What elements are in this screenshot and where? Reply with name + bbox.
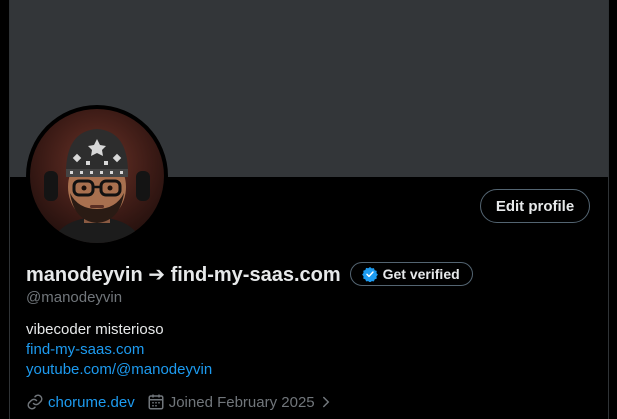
profile-bio: vibecoder misterioso find-my-saas.com yo… — [26, 320, 212, 380]
display-name: manodeyvin ➔ find-my-saas.com — [26, 263, 341, 286]
profile-handle: @manodeyvin — [26, 289, 123, 306]
bio-text: vibecoder misterioso — [26, 321, 164, 338]
website-item[interactable]: chorume.dev — [26, 393, 135, 411]
bio-link-saas[interactable]: find-my-saas.com — [26, 340, 212, 360]
right-gutter — [608, 0, 617, 419]
calendar-icon — [148, 394, 164, 410]
name-row: manodeyvin ➔ find-my-saas.com Get verifi… — [26, 261, 473, 287]
link-icon — [27, 394, 43, 410]
avatar-image — [30, 109, 164, 243]
avatar[interactable] — [26, 105, 168, 247]
verified-badge-icon — [361, 267, 378, 282]
joined-item: Joined February 2025 — [147, 393, 337, 411]
website-link[interactable]: chorume.dev — [48, 394, 135, 411]
profile-page: Edit profile manodeyvin ➔ find-my-saas.c… — [0, 0, 617, 419]
bio-link-youtube[interactable]: youtube.com/@manodeyvin — [26, 360, 212, 380]
profile-meta: chorume.dev Joined February 2025 — [26, 393, 349, 411]
edit-profile-button[interactable]: Edit profile — [480, 189, 590, 223]
joined-date: Joined February 2025 — [168, 393, 315, 411]
get-verified-button[interactable]: Get verified — [349, 262, 473, 286]
column-border-right — [608, 0, 609, 419]
get-verified-label: Get verified — [382, 266, 460, 282]
chevron-right-icon[interactable] — [319, 393, 333, 411]
